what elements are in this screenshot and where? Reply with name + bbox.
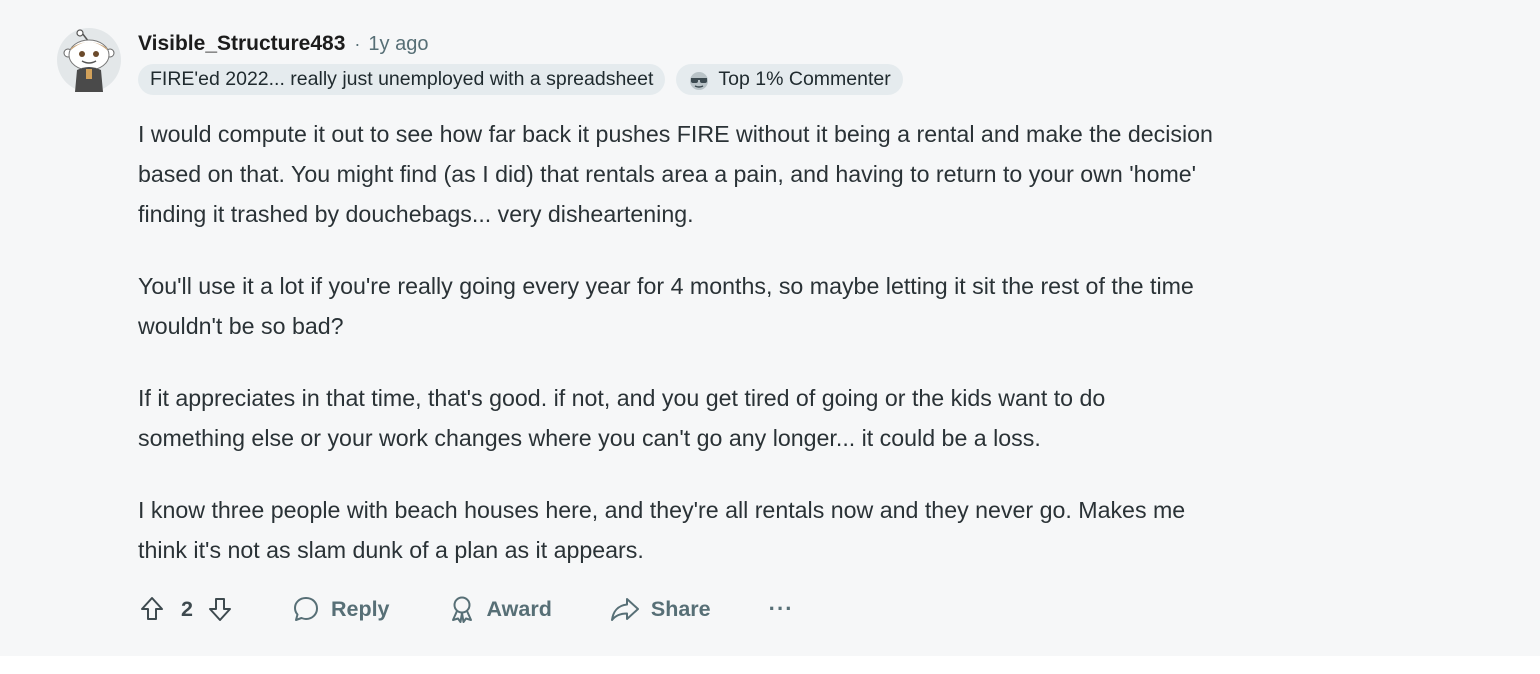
comment-action-bar: 2 Reply Award Share ··· bbox=[137, 589, 794, 629]
arrow-up-icon bbox=[141, 597, 163, 620]
downvote-button[interactable] bbox=[205, 594, 235, 624]
author-name[interactable]: Visible_Structure483 bbox=[138, 32, 345, 56]
comment-body: I would compute it out to see how far ba… bbox=[138, 114, 1498, 602]
award-ribbon-icon bbox=[451, 596, 472, 623]
arrow-down-icon bbox=[208, 598, 231, 621]
achievement-flair[interactable]: Top 1% Commenter bbox=[676, 64, 903, 95]
vote-score: 2 bbox=[181, 596, 193, 621]
more-options-button[interactable]: ··· bbox=[769, 596, 794, 622]
reply-label: Reply bbox=[330, 596, 390, 621]
vote-group: 2 bbox=[137, 594, 235, 624]
comment-paragraph: I know three people with beach houses he… bbox=[138, 497, 1186, 563]
user-flair: FIRE'ed 2022... really just unemployed w… bbox=[138, 64, 666, 95]
flair-row: FIRE'ed 2022... really just unemployed w… bbox=[138, 63, 903, 96]
avatar[interactable] bbox=[57, 28, 121, 92]
reply-button[interactable]: Reply bbox=[291, 594, 390, 624]
comment-paragraph: I would compute it out to see how far ba… bbox=[138, 121, 1213, 227]
share-label: Share bbox=[650, 596, 711, 621]
comment-header: Visible_Structure483 · 1y ago bbox=[138, 30, 428, 58]
comment-paragraph: If it appreciates in that time, that's g… bbox=[138, 385, 1106, 451]
comment-paragraph: You'll use it a lot if you're really goi… bbox=[138, 273, 1194, 339]
comment: Visible_Structure483 · 1y ago FIRE'ed 20… bbox=[0, 0, 1540, 656]
speech-bubble-icon bbox=[293, 597, 318, 621]
share-button[interactable]: Share bbox=[609, 594, 711, 624]
share-arrow-icon bbox=[610, 598, 639, 621]
more-options-label: ··· bbox=[768, 596, 794, 621]
comment-timestamp[interactable]: 1y ago bbox=[368, 33, 428, 56]
award-label: Award bbox=[486, 596, 552, 621]
sunglasses-icon bbox=[690, 71, 709, 90]
upvote-button[interactable] bbox=[137, 594, 167, 624]
achievement-flair-label: Top 1% Commenter bbox=[718, 68, 891, 90]
meta-separator: · bbox=[354, 33, 361, 54]
award-button[interactable]: Award bbox=[447, 594, 552, 624]
